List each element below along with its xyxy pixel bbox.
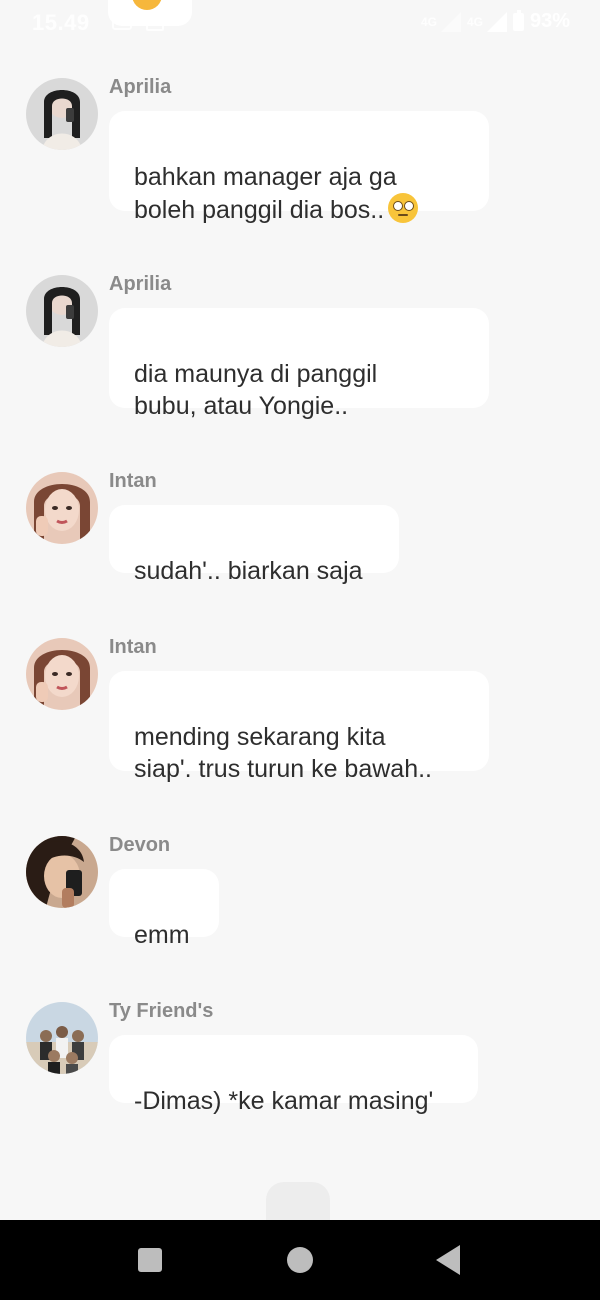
message-text: sudah'.. biarkan saja [134,557,363,585]
avatar-image [26,1002,98,1074]
avatar-image [26,275,98,347]
network-label: 4G [466,14,483,29]
sender-name: Aprilia [109,273,172,295]
avatar[interactable] [26,638,98,710]
sender-name: Ty Friend's [109,1000,214,1022]
sender-name: Devon [109,834,171,856]
message-text: dia maunya di panggil bubu, atau Yongie.… [134,360,378,420]
message-bubble[interactable]: mending sekarang kita siap'. trus turun … [109,671,489,783]
message-bubble[interactable]: -Dimas) *ke kamar masing' [109,1035,478,1115]
message-text: mending sekarang kita siap'. trus turun … [134,723,432,783]
signal-icon [486,11,507,32]
recents-icon[interactable] [138,1248,162,1272]
avatar-image [26,472,98,544]
message-bubble[interactable]: sudah'.. biarkan saja [109,505,399,585]
face-with-rolling-eyes-icon [388,193,419,223]
sender-name: Aprilia [109,76,172,98]
home-icon[interactable] [287,1247,313,1273]
avatar[interactable] [26,275,98,347]
avatar[interactable] [26,836,98,908]
message-text: emm [134,921,190,949]
message-text: -Dimas) *ke kamar masing' [134,1087,434,1115]
avatar-image [26,78,98,150]
status-time: 15.49 [32,10,90,35]
avatar[interactable] [26,78,98,150]
status-bar: 15.49 4G 4G 93% [0,0,600,44]
battery-level: 93% [529,10,570,32]
avatar-image [26,836,98,908]
message-bubble[interactable]: dia maunya di panggil bubu, atau Yongie.… [109,308,489,420]
avatar-image [26,638,98,710]
avatar[interactable] [26,1002,98,1074]
status-indicators: 4G 4G 93% [420,9,570,33]
sender-name: Intan [109,470,157,492]
battery-icon [512,9,524,31]
message-text: bahkan manager aja ga boleh panggil dia … [134,163,397,224]
avatar[interactable] [26,472,98,544]
back-icon[interactable] [436,1245,460,1275]
signal-icon [440,11,461,32]
network-label: 4G [420,14,437,29]
sender-name: Intan [109,636,157,658]
message-bubble[interactable]: emm [109,869,219,949]
navigation-bar [0,1220,600,1300]
message-bubble[interactable]: bahkan manager aja ga boleh panggil dia … [109,111,489,224]
